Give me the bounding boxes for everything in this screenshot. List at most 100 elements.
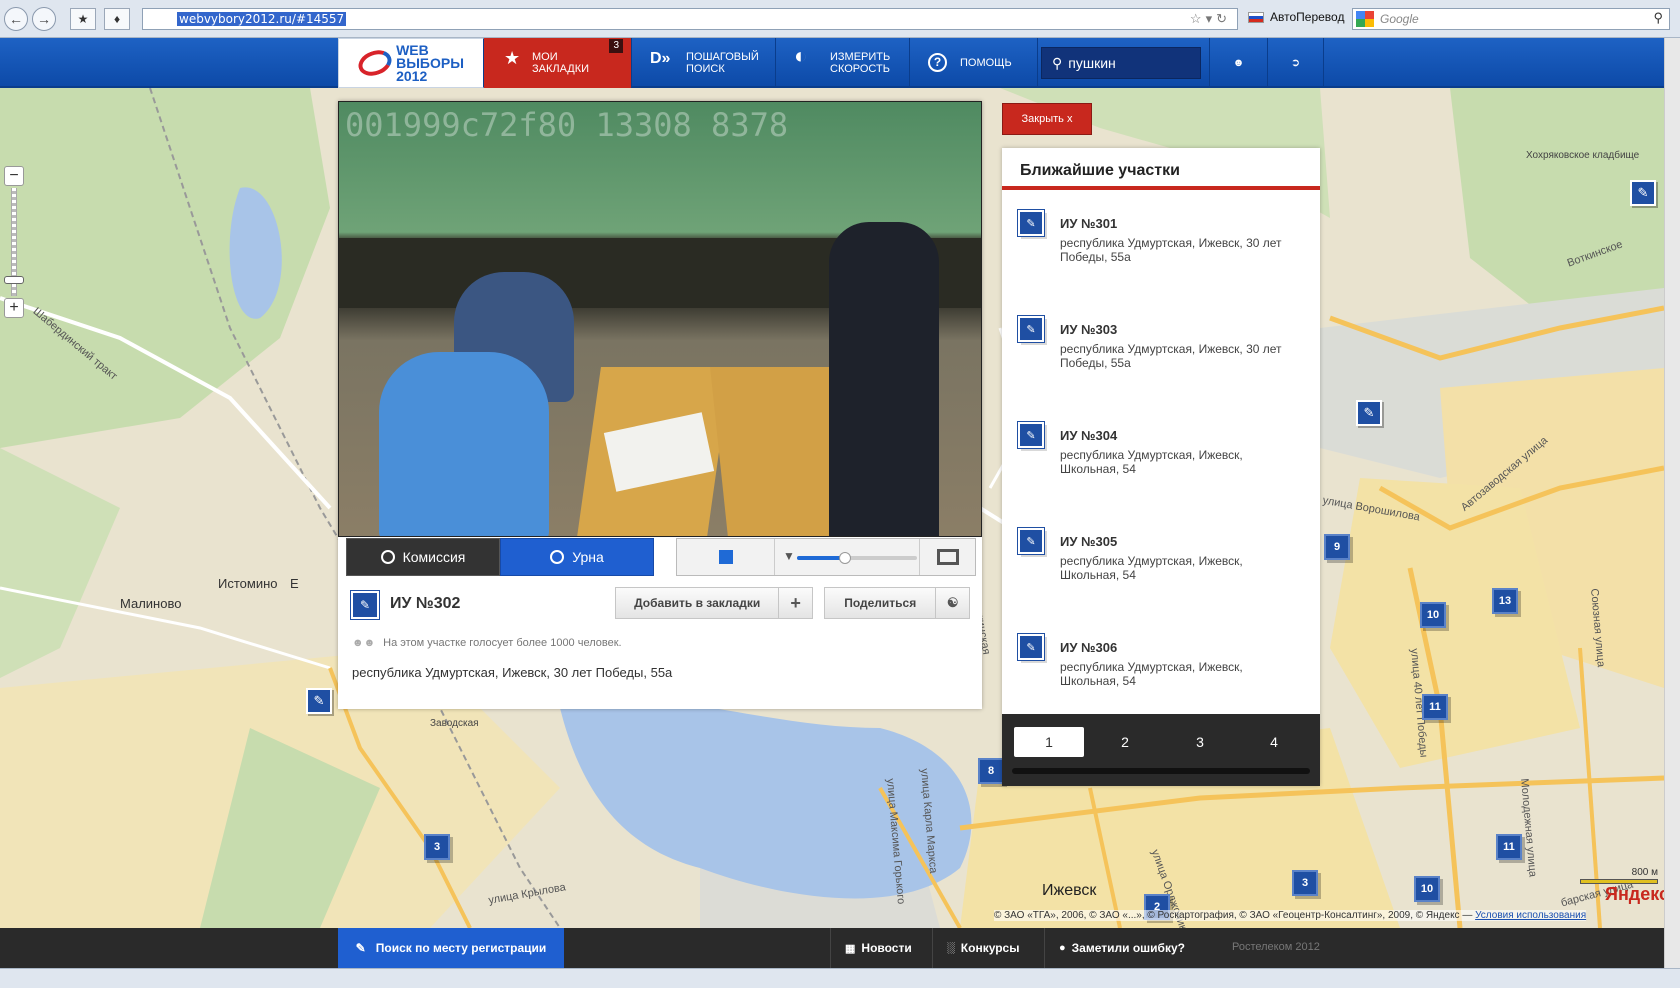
map-label-e: Е [290,576,299,591]
bookmark-star-button[interactable]: ★ [70,7,96,30]
map-cluster[interactable]: 10 [1420,602,1446,628]
header-search-input[interactable] [1068,55,1189,71]
video-person [829,222,939,536]
page-button-1[interactable]: 1 [1014,727,1084,757]
map-cluster[interactable]: 8 [978,758,1004,784]
page-button-3[interactable]: 3 [1165,727,1235,757]
step-search-button[interactable]: D» ПОШАГОВЫЙ ПОИСК [632,38,776,88]
zoom-slider-thumb[interactable] [4,276,24,284]
footer-bar: ✎ Поиск по месту регистрации ▦ Новости ░… [0,928,1680,968]
report-error-link[interactable]: ● Заметили ошибку? [1044,928,1216,968]
footer-copyright: Ростелеком 2012 [1232,941,1320,953]
volume-knob[interactable] [839,552,851,564]
nearest-station-name[interactable]: ИУ №303 [1060,322,1117,337]
logout-button[interactable]: ➲ [1268,38,1324,88]
speedometer-icon: ◐ [794,43,808,68]
voters-note-text: На этом участке голосует более 1000 чело… [383,637,622,649]
share-icon: ☯ [935,588,969,618]
zoom-in-button[interactable]: + [4,298,24,318]
people-icon: ☻☻ [352,637,376,649]
map-cluster[interactable]: 10 [1414,876,1440,902]
map-cluster[interactable]: 9 [1324,534,1350,560]
speed-label: ИЗМЕРИТЬ СКОРОСТЬ [830,51,891,75]
url-actions-icon[interactable]: ☆▾↻ [1190,11,1231,27]
camera-controls: Комиссия Урна ▼ [346,538,976,576]
nearest-station-item[interactable]: ✎ ИУ №303 республика Удмуртская, Ижевск,… [1016,310,1306,390]
search-icon[interactable]: ⚲ [1653,10,1663,26]
map-cluster[interactable]: 3 [424,834,450,860]
contests-link[interactable]: ░ Конкурсы [932,928,1042,968]
zoom-slider[interactable] [4,188,24,296]
measure-speed-button[interactable]: ◐ ИЗМЕРИТЬ СКОРОСТЬ [776,38,910,88]
map-cluster[interactable]: 11 [1422,694,1448,720]
map-cluster[interactable]: 13 [1492,588,1518,614]
nearest-station-item[interactable]: ✎ ИУ №301 республика Удмуртская, Ижевск,… [1016,204,1306,284]
volume-slider[interactable] [797,552,917,564]
nearest-station-name[interactable]: ИУ №306 [1060,640,1117,655]
plus-icon: + [778,588,812,618]
page-button-4[interactable]: 4 [1239,727,1309,757]
zoom-control[interactable]: − + [4,166,24,318]
ballot-box-pin-icon[interactable]: ✎ [306,688,332,714]
video-stream[interactable]: 001999c72f80 13308 8378 [338,101,982,537]
user-profile-button[interactable]: ☻ [1210,38,1268,88]
steps-icon: D» [650,50,671,67]
camera-icon [550,550,565,564]
nearest-station-item[interactable]: ✎ ИУ №305 республика Удмуртская, Ижевск,… [1016,522,1306,602]
map-cluster[interactable]: 11 [1496,834,1522,860]
page-button-2[interactable]: 2 [1090,727,1160,757]
site-logo[interactable]: WEB ВЫБОРЫ 2012 [338,38,484,88]
volume-icon[interactable]: ▼ [783,549,795,563]
forward-button[interactable]: → [32,6,56,31]
my-bookmarks-button[interactable]: ★ МОИ ЗАКЛАДКИ 3 [484,38,632,88]
help-label: ПОМОЩЬ [960,57,1012,69]
map-terms-link[interactable]: Условия использования [1475,910,1586,921]
nearest-station-name[interactable]: ИУ №301 [1060,216,1117,231]
station-title: ИУ №302 [390,595,461,612]
pagination-scrollbar[interactable] [1012,768,1310,774]
russian-flag-icon [1248,11,1264,23]
ballot-box-pin-icon[interactable]: ✎ [1356,400,1382,426]
header-search-field[interactable]: ⚲ [1041,47,1201,79]
window-scrollbar[interactable] [1664,38,1680,968]
nearest-station-name[interactable]: ИУ №305 [1060,534,1117,549]
nearest-station-address: республика Удмуртская, Ижевск, Школьная,… [1060,448,1243,476]
ballot-box-icon: ✎ [1018,422,1044,448]
voters-note: ☻☻ На этом участке голосует более 1000 ч… [352,637,622,649]
camera-commission-button[interactable]: Комиссия [346,538,500,576]
camera-icon [380,550,395,564]
station-info: ✎ ИУ №302 Добавить в закладки + Поделить… [338,581,982,709]
translate-button[interactable]: АвтоПеревод [1248,10,1344,24]
fullscreen-button[interactable] [919,539,975,575]
news-link[interactable]: ▦ Новости [830,928,924,968]
fullscreen-icon [936,549,959,565]
logout-icon: ➲ [1290,57,1301,69]
yandex-logo: Яндекс [1605,884,1670,904]
add-bookmark-button[interactable]: Добавить в закладки + [615,587,813,619]
address-bar[interactable]: webvybory2012.ru/#14557 ☆▾↻ [142,8,1238,30]
registration-search-button[interactable]: ✎ Поиск по месту регистрации [338,928,564,968]
back-button[interactable]: ← [4,6,28,31]
url-text[interactable]: webvybory2012.ru/#14557 [177,12,347,26]
help-button[interactable]: ? ПОМОЩЬ [910,38,1038,88]
browser-status-bar [0,968,1680,988]
stop-button[interactable] [677,539,775,575]
camera-urn-label: Урна [572,549,604,565]
nearest-station-item[interactable]: ✎ ИУ №304 республика Удмуртская, Ижевск,… [1016,416,1306,496]
camera-urn-button[interactable]: Урна [500,538,654,576]
nearest-station-item[interactable]: ✎ ИУ №306 республика Удмуртская, Ижевск,… [1016,628,1306,708]
addon-button[interactable]: ♦ [104,7,130,30]
share-label: Поделиться [844,596,917,610]
ballot-box-pin-icon[interactable]: ✎ [1630,180,1656,206]
google-icon [1356,11,1374,27]
speech-bubble-icon: ● [1059,942,1066,954]
map-copyright: © ЗАО «ТГА», 2006, © ЗАО «...», © Роскар… [994,910,1587,921]
pagination: 1 2 3 4 [1002,714,1320,786]
share-button[interactable]: Поделиться ☯ [824,587,970,619]
ballot-box-icon: ✎ [1018,316,1044,342]
nearest-station-name[interactable]: ИУ №304 [1060,428,1117,443]
map-cluster[interactable]: 3 [1292,870,1318,896]
search-engine-box[interactable]: Google ⚲ [1352,8,1670,30]
close-button[interactable]: Закрыть x [1002,103,1092,135]
zoom-out-button[interactable]: − [4,166,24,186]
